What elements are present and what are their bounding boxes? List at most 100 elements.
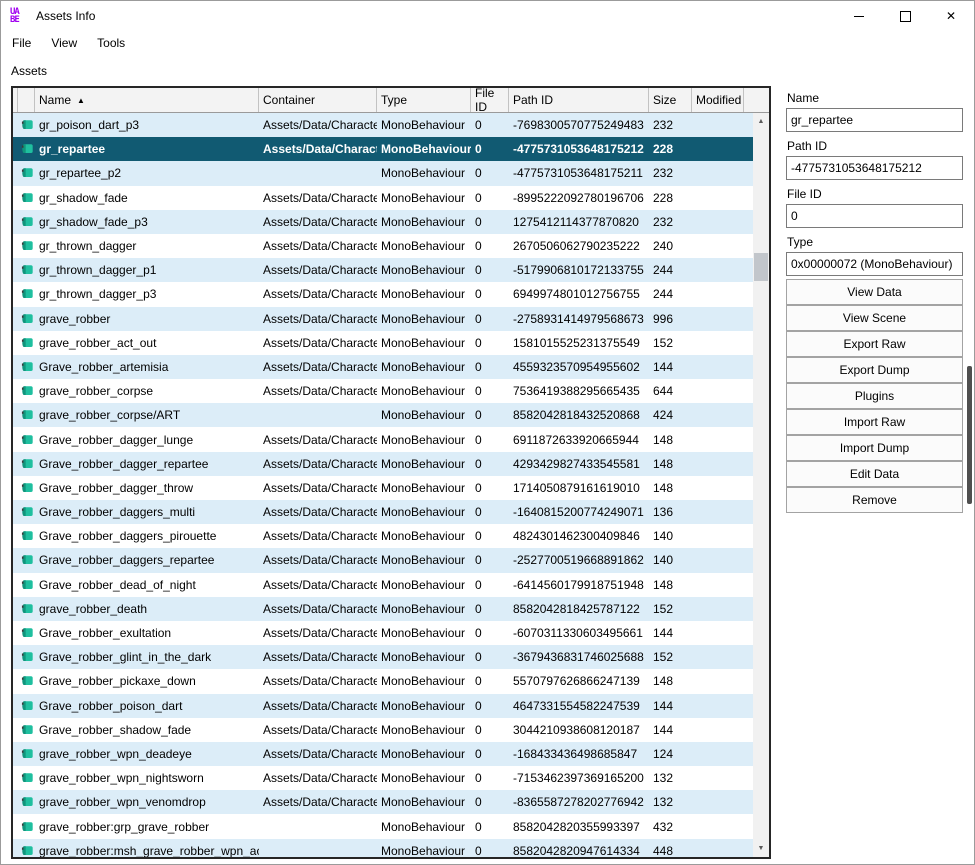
titlebar: UA BE Assets Info ✕ <box>1 1 974 31</box>
header-size[interactable]: Size <box>649 88 692 112</box>
maximize-button[interactable] <box>882 1 928 31</box>
name-field[interactable] <box>786 108 963 132</box>
close-button[interactable]: ✕ <box>928 1 974 31</box>
plugins-button[interactable]: Plugins <box>786 383 963 409</box>
header-modified[interactable]: Modified <box>692 88 744 112</box>
table-row[interactable]: Grave_robber_dead_of_night Assets/Data/Ch… <box>13 572 753 597</box>
cell-name: Grave_robber_shadow_fade <box>39 722 192 737</box>
minimize-button[interactable] <box>836 1 882 31</box>
header-file-id[interactable]: File ID <box>471 88 509 114</box>
header-icon-column[interactable] <box>18 88 35 112</box>
file-id-field-label: File ID <box>787 187 822 201</box>
table-row[interactable]: grave_robber:grp_grave_robber MonoBehavio… <box>13 814 753 839</box>
table-row[interactable]: grave_robber:msh_grave_robber_wpn_ac Mono… <box>13 838 753 857</box>
table-row[interactable]: gr_shadow_fade_p3 Assets/Data/Characte Mon… <box>13 209 753 234</box>
cell-size: 148 <box>653 480 674 495</box>
import-dump-button[interactable]: Import Dump <box>786 435 963 461</box>
cell-size: 136 <box>653 505 674 520</box>
table-row[interactable]: gr_shadow_fade Assets/Data/Characte MonoBe… <box>13 185 753 210</box>
header-container[interactable]: Container <box>259 88 377 112</box>
table-row[interactable]: Grave_robber_artemisia Assets/Data/Charac… <box>13 354 753 380</box>
table-row[interactable]: grave_robber_corpse/ART MonoBehaviour 0 858… <box>13 403 753 428</box>
cell-path-id: -8365587278202776942 <box>513 795 644 810</box>
scrollbar-thumb[interactable] <box>754 253 768 281</box>
table-row[interactable]: gr_thrown_dagger_p3 Assets/Data/Characte M… <box>13 282 753 307</box>
table-row[interactable]: gr_repartee Assets/Data/Characte MonoBehav… <box>13 137 753 162</box>
menu-view[interactable]: View <box>48 34 80 52</box>
close-icon: ✕ <box>945 9 957 23</box>
import-raw-button[interactable]: Import Raw <box>786 409 963 435</box>
header-path-id[interactable]: Path ID <box>509 88 649 112</box>
edit-data-button[interactable]: Edit Data <box>786 461 963 487</box>
table-row[interactable]: grave_robber_wpn_deadeye Assets/Data/Char… <box>13 741 753 767</box>
table-row[interactable]: Grave_robber_dagger_lunge Assets/Data/Cha… <box>13 427 753 452</box>
table-row[interactable]: grave_robber Assets/Data/Characte MonoBeha… <box>13 306 753 331</box>
table-row[interactable]: grave_robber_corpse Assets/Data/Characte M… <box>13 379 753 404</box>
cell-path-id: 8582042820355993397 <box>513 819 640 834</box>
menu-file[interactable]: File <box>9 34 34 52</box>
cell-container: Assets/Data/Characte <box>263 359 377 374</box>
table-row[interactable]: Grave_robber_daggers_repartee Assets/Data… <box>13 548 753 573</box>
export-raw-button[interactable]: Export Raw <box>786 331 963 357</box>
cell-type: MonoBehaviour <box>381 795 466 810</box>
table-row[interactable]: gr_poison_dart_p3 Assets/Data/Characte Mon… <box>13 113 753 138</box>
sort-ascending-icon: ▲ <box>77 95 85 105</box>
type-field[interactable] <box>786 252 963 276</box>
table-row[interactable]: Grave_robber_dagger_throw Assets/Data/Cha… <box>13 475 753 500</box>
table-row[interactable]: grave_robber_wpn_nightsworn Assets/Data/C… <box>13 766 753 791</box>
cell-name: grave_robber_wpn_deadeye <box>39 746 192 761</box>
scroll-up-icon[interactable]: ▲ <box>753 113 769 130</box>
right-edge-scrollbar-thumb[interactable] <box>967 366 972 504</box>
script-asset-icon <box>18 553 35 567</box>
file-id-field[interactable] <box>786 204 963 228</box>
table-row[interactable]: grave_robber_death Assets/Data/Characte Mo… <box>13 596 753 621</box>
table-row[interactable]: Grave_robber_glint_in_the_dark Assets/Dat… <box>13 645 753 670</box>
script-asset-icon <box>18 674 35 688</box>
cell-path-id: -6414560179918751948 <box>513 577 644 592</box>
table-row[interactable]: Grave_robber_poison_dart Assets/Data/Char… <box>13 693 753 718</box>
table-row[interactable]: gr_repartee_p2 MonoBehaviour 0 -47757310536… <box>13 161 753 186</box>
cell-name: grave_robber <box>39 311 111 326</box>
path-id-field[interactable] <box>786 156 963 180</box>
cell-path-id: 2670506062790235222 <box>513 239 640 254</box>
table-row[interactable]: Grave_robber_daggers_pirouette Assets/Dat… <box>13 524 753 549</box>
menu-tools[interactable]: Tools <box>94 34 128 52</box>
cell-path-id: -4775731053648175211 <box>513 166 643 181</box>
table-row[interactable]: Grave_robber_dagger_repartee Assets/Data/… <box>13 451 753 476</box>
table-row[interactable]: Grave_robber_pickaxe_down Assets/Data/Cha… <box>13 669 753 694</box>
script-asset-icon <box>18 457 35 471</box>
cell-size: 140 <box>653 529 674 544</box>
cell-type: MonoBehaviour <box>381 505 466 520</box>
cell-path-id: -168433436498685847 <box>513 746 638 761</box>
cell-file-id: 0 <box>475 239 482 254</box>
header-name[interactable]: Name ▲ <box>35 88 259 112</box>
cell-type: MonoBehaviour <box>381 118 466 133</box>
type-field-label: Type <box>787 235 814 249</box>
table-row[interactable]: Grave_robber_shadow_fade Assets/Data/Char… <box>13 717 753 742</box>
cell-path-id: 8582042820947614334 <box>513 843 640 857</box>
script-asset-icon <box>18 844 35 857</box>
view-scene-button[interactable]: View Scene <box>786 305 963 331</box>
table-row[interactable]: grave_robber_wpn_venomdrop Assets/Data/Ch… <box>13 790 753 815</box>
header-type[interactable]: Type <box>377 88 471 112</box>
export-dump-button[interactable]: Export Dump <box>786 357 963 383</box>
cell-size: 996 <box>653 311 674 326</box>
cell-name: gr_thrown_dagger <box>39 239 137 254</box>
scroll-down-icon[interactable]: ▼ <box>753 840 769 857</box>
table-vertical-scrollbar[interactable]: ▲ ▼ <box>753 113 769 857</box>
table-row[interactable]: gr_thrown_dagger_p1 Assets/Data/Characte M… <box>13 258 753 283</box>
cell-container: Assets/Data/Characte <box>263 650 377 665</box>
remove-button[interactable]: Remove <box>786 487 963 513</box>
table-row[interactable]: Grave_robber_daggers_multi Assets/Data/Ch… <box>13 500 753 525</box>
cell-path-id: -5179906810172133755 <box>513 263 644 278</box>
cell-file-id: 0 <box>475 698 482 713</box>
cell-name: grave_robber_wpn_nightsworn <box>39 771 204 786</box>
table-row[interactable]: gr_thrown_dagger Assets/Data/Characte Mono… <box>13 233 753 259</box>
cell-container: Assets/Data/Characte <box>263 142 377 157</box>
table-row[interactable]: Grave_robber_exultation Assets/Data/Chara… <box>13 620 753 646</box>
cell-container: Assets/Data/Characte <box>263 529 377 544</box>
cell-path-id: 4559323570954955602 <box>513 359 640 374</box>
table-row[interactable]: grave_robber_act_out Assets/Data/Characte… <box>13 330 753 355</box>
view-data-button[interactable]: View Data <box>786 279 963 305</box>
cell-file-id: 0 <box>475 771 482 786</box>
